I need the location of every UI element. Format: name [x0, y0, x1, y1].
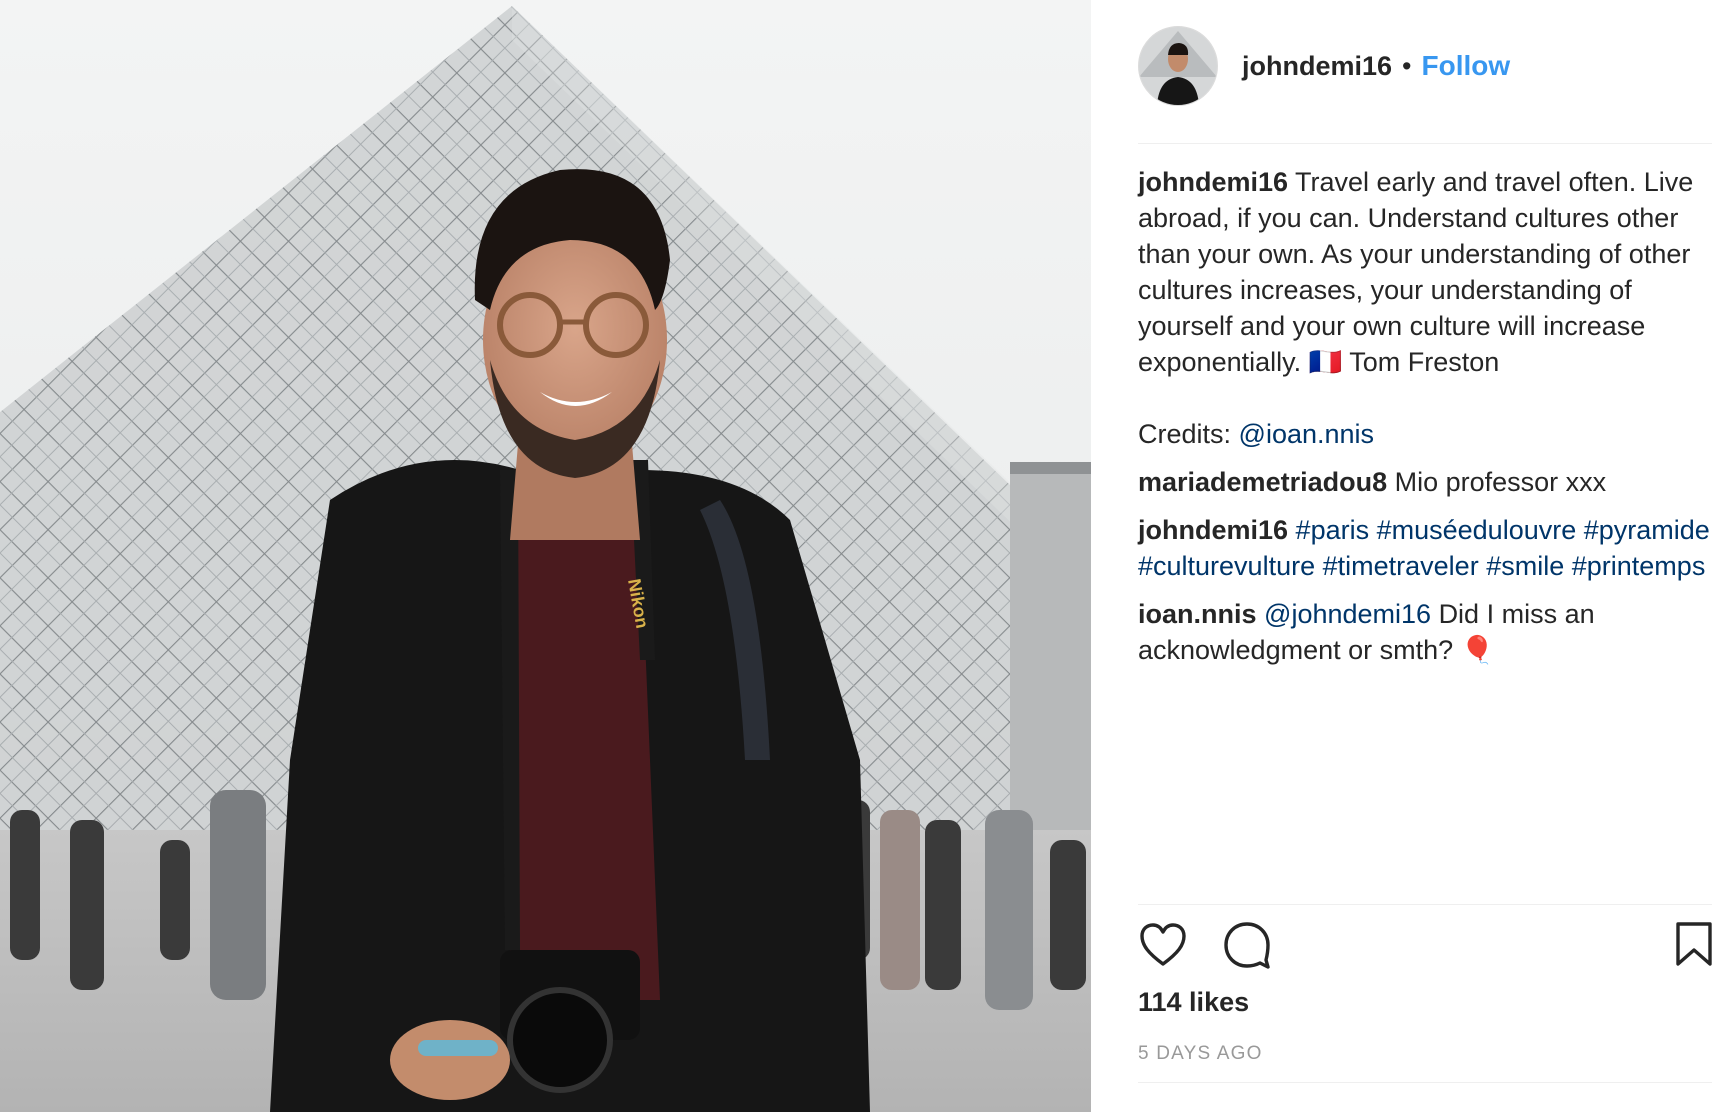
mention-link[interactable]: @johndemi16: [1264, 599, 1431, 629]
hashtag-comment: johndemi16 #paris #muséedulouvre #pyrami…: [1138, 512, 1710, 584]
hashtag-link[interactable]: #smile: [1486, 551, 1564, 581]
hashtag-link[interactable]: #culturevulture: [1138, 551, 1315, 581]
comment-item: ioan.nnis @johndemi16 Did I miss an ackn…: [1138, 596, 1710, 668]
caption-comment: johndemi16 Travel early and travel often…: [1138, 164, 1710, 452]
comment-item: mariademetriadou8 Mio professor xxx: [1138, 464, 1710, 500]
comments-list: johndemi16 Travel early and travel often…: [1138, 164, 1710, 680]
credits-mention-link[interactable]: @ioan.nnis: [1239, 419, 1375, 449]
footer-divider: [1138, 1082, 1712, 1083]
caption-text: Travel early and travel often. Live abro…: [1138, 167, 1694, 377]
credits-line: Credits: @ioan.nnis: [1138, 416, 1710, 452]
post-header: johndemi16 • Follow: [1138, 24, 1712, 108]
post-photo[interactable]: Nikon: [0, 0, 1091, 1112]
instagram-post: Nikon johndemi16 • Follow johndemi16 Tra…: [0, 0, 1734, 1112]
heart-icon[interactable]: [1138, 920, 1188, 970]
hashtag-link[interactable]: #pyramide: [1584, 515, 1710, 545]
hashtag-link[interactable]: #printemps: [1572, 551, 1706, 581]
comment-username[interactable]: johndemi16: [1138, 167, 1288, 197]
credits-label: Credits:: [1138, 419, 1232, 449]
likes-count[interactable]: 114 likes: [1138, 987, 1249, 1018]
header-username[interactable]: johndemi16: [1242, 51, 1392, 82]
header-separator: •: [1402, 50, 1412, 81]
bookmark-icon[interactable]: [1674, 920, 1714, 970]
comment-username[interactable]: johndemi16: [1138, 515, 1288, 545]
comment-text: Mio professor xxx: [1394, 467, 1607, 497]
hashtag-link[interactable]: #paris: [1296, 515, 1370, 545]
post-age[interactable]: 5 DAYS AGO: [1138, 1043, 1263, 1065]
post-side-panel: johndemi16 • Follow johndemi16 Travel ea…: [1138, 0, 1712, 1112]
hashtag-link[interactable]: #muséedulouvre: [1377, 515, 1577, 545]
actions-divider: [1138, 904, 1712, 905]
follow-button[interactable]: Follow: [1421, 50, 1510, 82]
header-divider: [1138, 143, 1712, 144]
hashtag-link[interactable]: #timetraveler: [1323, 551, 1479, 581]
comment-username[interactable]: mariademetriadou8: [1138, 467, 1387, 497]
avatar-image: [1139, 27, 1217, 105]
photo-illustration: Nikon: [0, 6, 1091, 1112]
post-actions: [1138, 920, 1712, 976]
comment-username[interactable]: ioan.nnis: [1138, 599, 1257, 629]
comment-bubble-icon[interactable]: [1222, 920, 1272, 970]
avatar[interactable]: [1138, 26, 1218, 106]
